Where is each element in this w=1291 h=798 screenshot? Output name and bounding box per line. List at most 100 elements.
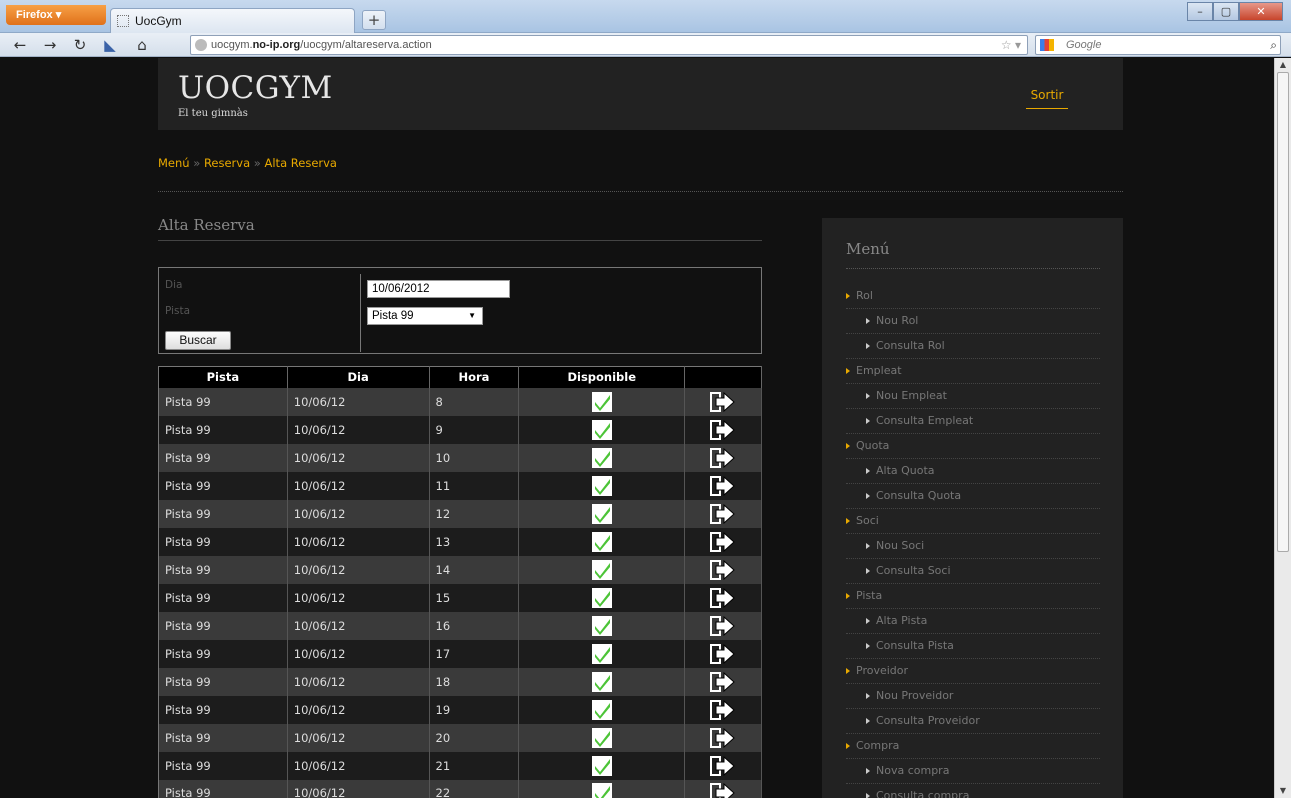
sidebar-item-rol[interactable]: Rol <box>846 284 1100 309</box>
cell-pista: Pista 99 <box>158 611 288 640</box>
browser-tab[interactable]: UocGym <box>110 8 355 33</box>
bookmark-star-icon[interactable]: ☆ ▾ <box>1001 36 1021 54</box>
bullet-icon <box>866 568 870 574</box>
sidebar-item-compra[interactable]: Compra <box>846 734 1100 759</box>
reserve-arrow-icon[interactable] <box>710 391 736 413</box>
cell-reserve-action[interactable] <box>684 639 762 668</box>
reserve-arrow-icon[interactable] <box>710 447 736 469</box>
reload-icon[interactable]: ↻ <box>68 35 92 55</box>
reserve-arrow-icon[interactable] <box>710 475 736 497</box>
sidebar-item-nou-rol[interactable]: Nou Rol <box>846 309 1100 334</box>
bullet-icon <box>866 393 870 399</box>
check-icon <box>591 419 612 440</box>
reserve-arrow-icon[interactable] <box>710 587 736 609</box>
check-icon <box>591 475 612 496</box>
cell-pista: Pista 99 <box>158 751 288 780</box>
cell-reserve-action[interactable] <box>684 667 762 696</box>
sidebar-item-consulta-pista[interactable]: Consulta Pista <box>846 634 1100 659</box>
sidebar-item-nou-proveidor[interactable]: Nou Proveidor <box>846 684 1100 709</box>
scrollbar-thumb[interactable] <box>1277 72 1289 552</box>
reserve-arrow-icon[interactable] <box>710 503 736 525</box>
cell-dia: 10/06/12 <box>287 443 430 472</box>
day-input[interactable]: 10/06/2012 <box>367 280 510 298</box>
reserve-arrow-icon[interactable] <box>710 615 736 637</box>
sidebar-item-consulta-quota[interactable]: Consulta Quota <box>846 484 1100 509</box>
sidebar-item-pista[interactable]: Pista <box>846 584 1100 609</box>
search-bar[interactable]: Google ⌕ <box>1035 35 1281 55</box>
search-icon[interactable]: ⌕ <box>1270 36 1277 54</box>
sidebar-item-consulta-soci[interactable]: Consulta Soci <box>846 559 1100 584</box>
sidebar-item-quota[interactable]: Quota <box>846 434 1100 459</box>
breadcrumb-separator: » <box>253 156 261 170</box>
cell-reserve-action[interactable] <box>684 471 762 500</box>
google-icon[interactable] <box>1040 39 1054 51</box>
reserve-arrow-icon[interactable] <box>710 755 736 777</box>
sidebar-item-proveidor[interactable]: Proveidor <box>846 659 1100 684</box>
site-logo[interactable]: UOCGYM <box>178 70 333 106</box>
reserve-arrow-icon[interactable] <box>710 643 736 665</box>
breadcrumb-item-reserva[interactable]: Reserva <box>204 156 250 170</box>
cell-reserve-action[interactable] <box>684 695 762 724</box>
sidebar-item-soci[interactable]: Soci <box>846 509 1100 534</box>
cell-disponible <box>518 667 686 696</box>
cell-reserve-action[interactable] <box>684 555 762 584</box>
reserve-arrow-icon[interactable] <box>710 699 736 721</box>
cell-reserve-action[interactable] <box>684 499 762 528</box>
sidebar-item-alta-quota[interactable]: Alta Quota <box>846 459 1100 484</box>
bullet-icon <box>866 643 870 649</box>
cell-reserve-action[interactable] <box>684 527 762 556</box>
cell-reserve-action[interactable] <box>684 583 762 612</box>
scroll-down-icon[interactable]: ▼ <box>1275 784 1291 798</box>
cell-pista: Pista 99 <box>158 667 288 696</box>
breadcrumb-item-menu[interactable]: Menú <box>158 156 190 170</box>
cell-reserve-action[interactable] <box>684 415 762 444</box>
cell-pista: Pista 99 <box>158 527 288 556</box>
scroll-up-icon[interactable]: ▲ <box>1275 58 1291 72</box>
sidebar-item-empleat[interactable]: Empleat <box>846 359 1100 384</box>
cell-pista: Pista 99 <box>158 723 288 752</box>
court-select[interactable]: Pista 99 ▼ <box>367 307 483 325</box>
sidebar-item-label: Alta Pista <box>876 614 928 627</box>
forward-icon[interactable]: → <box>38 35 62 55</box>
cell-pista: Pista 99 <box>158 583 288 612</box>
sidebar-item-nova-compra[interactable]: Nova compra <box>846 759 1100 784</box>
reserve-arrow-icon[interactable] <box>710 531 736 553</box>
search-button[interactable]: Buscar <box>165 331 231 350</box>
sidebar-item-nou-empleat[interactable]: Nou Empleat <box>846 384 1100 409</box>
cell-reserve-action[interactable] <box>684 443 762 472</box>
sidebar-item-consulta-empleat[interactable]: Consulta Empleat <box>846 409 1100 434</box>
bird-icon[interactable]: ◣ <box>98 35 122 55</box>
back-icon[interactable]: ← <box>8 35 32 55</box>
sidebar-item-label: Consulta Soci <box>876 564 951 577</box>
sidebar-item-consulta-compra[interactable]: Consulta compra <box>846 784 1100 798</box>
reserve-arrow-icon[interactable] <box>710 671 736 693</box>
sidebar-item-label: Nou Rol <box>876 314 919 327</box>
minimize-icon[interactable]: – <box>1187 2 1213 21</box>
reserve-arrow-icon[interactable] <box>710 559 736 581</box>
cell-reserve-action[interactable] <box>684 779 762 798</box>
cell-reserve-action[interactable] <box>684 611 762 640</box>
firefox-menu-button[interactable]: Firefox ▾ <box>6 5 106 25</box>
vertical-scrollbar[interactable]: ▲ ▼ <box>1274 58 1291 798</box>
cell-reserve-action[interactable] <box>684 751 762 780</box>
cell-reserve-action[interactable] <box>684 387 762 416</box>
logout-link[interactable]: Sortir <box>1026 88 1068 109</box>
sidebar-item-consulta-rol[interactable]: Consulta Rol <box>846 334 1100 359</box>
reserve-arrow-icon[interactable] <box>710 782 736 798</box>
sidebar-item-consulta-proveidor[interactable]: Consulta Proveidor <box>846 709 1100 734</box>
sidebar-item-nou-soci[interactable]: Nou Soci <box>846 534 1100 559</box>
cell-reserve-action[interactable] <box>684 723 762 752</box>
breadcrumb-item-alta-reserva[interactable]: Alta Reserva <box>265 156 337 170</box>
sidebar-item-alta-pista[interactable]: Alta Pista <box>846 609 1100 634</box>
reserve-arrow-icon[interactable] <box>710 727 736 749</box>
reserve-arrow-icon[interactable] <box>710 419 736 441</box>
site-identity-icon[interactable] <box>195 39 207 51</box>
maximize-icon[interactable]: ▢ <box>1213 2 1239 21</box>
new-tab-button[interactable]: + <box>362 10 386 30</box>
cell-disponible <box>518 471 686 500</box>
home-icon[interactable]: ⌂ <box>130 35 154 55</box>
close-window-icon[interactable]: ✕ <box>1239 2 1283 21</box>
url-bar[interactable]: uocgym.no-ip.org/uocgym/altareserva.acti… <box>190 35 1028 55</box>
sidebar-item-label: Consulta Proveidor <box>876 714 980 727</box>
sidebar-item-label: Quota <box>856 439 890 452</box>
